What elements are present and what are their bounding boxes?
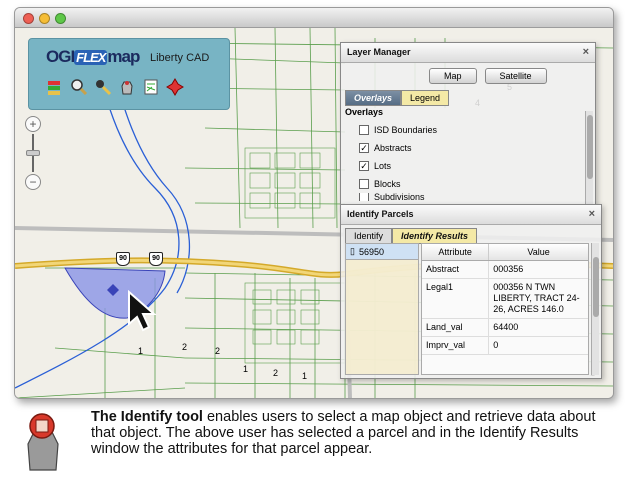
logo-flex: FLEX [74,50,108,65]
hand-icon[interactable] [118,77,136,97]
layer-manager-header[interactable]: Layer Manager × [341,43,595,63]
table-row: Legal1 000356 N TWN LIBERTY, TRACT 24-26… [422,279,588,319]
value-cell: 64400 [493,322,519,332]
attribute-cell: Legal1 [422,279,490,318]
column-header-value[interactable]: Value [489,244,588,260]
identify-title: Identify Parcels [347,209,414,219]
map-button[interactable]: Map [429,68,477,84]
logo-panel: OGI FLEX map Liberty CAD [28,38,230,110]
scroll-thumb[interactable] [593,257,599,317]
overlay-item-subdivisions[interactable]: Subdivisions [345,193,588,201]
scroll-thumb[interactable] [587,115,593,179]
attribute-cell: Abstract [422,261,490,278]
overlay-scrollbar[interactable] [585,111,593,206]
overlays-heading: Overlays [345,107,384,117]
zoom-slider-handle[interactable] [26,150,40,156]
table-row: Abstract 000356 [422,261,588,279]
parcel-label: 2 [273,368,279,378]
caption-bold: The Identify tool [91,409,203,425]
overlay-item-isd-boundaries[interactable]: ISD Boundaries [345,121,588,139]
navigate-icon[interactable] [166,77,184,97]
checkbox[interactable] [359,193,369,201]
value-cell: 000356 N TWN LIBERTY, TRACT 24-26, ACRES… [493,282,580,314]
overlay-item-lots[interactable]: ✓ Lots [345,157,588,175]
value-cell: 000356 [493,264,524,274]
identify-icon[interactable] [70,77,88,97]
document-icon: ▯ [350,246,355,256]
overlay-label: Lots [374,161,392,171]
parcel-id: 56950 [358,246,384,257]
overlay-list: Overlays ISD Boundaries ✓ Abstracts ✓ Lo… [345,107,588,201]
table-row: Land_val 64400 [422,319,588,337]
maximize-window-button[interactable] [55,13,66,24]
results-scrollbar[interactable] [591,243,599,375]
checkbox[interactable] [359,179,369,189]
layer-manager-title: Layer Manager [347,47,411,57]
identify-header[interactable]: Identify Parcels × [341,205,601,225]
close-icon[interactable]: × [589,208,595,220]
mouse-cursor-icon [128,290,157,332]
checkbox-checked[interactable]: ✓ [359,161,369,171]
parcel-label: 2 [215,346,221,356]
tab-identify-results[interactable]: Identify Results [392,228,478,244]
value-cell: 0 [493,340,499,350]
identify-tool-icon [27,413,59,471]
toolbar [46,77,184,97]
highway-shield: 90 [116,252,130,266]
logo-suffix: map [107,47,140,66]
attribute-cell: Land_val [422,319,490,336]
identify-tabs: Identify Identify Results [345,228,478,244]
close-icon[interactable]: × [583,46,589,58]
basemap-switcher: Map Satellite [429,68,547,84]
app-window: 90 90 1 2 1 2 1 2 3 4 5 1 OGIFLEXmap Lib… [14,7,614,399]
logo-prefix: OGI [46,47,75,66]
layers-icon[interactable] [46,77,64,97]
layer-manager-panel: Layer Manager × Map Satellite Overlays L… [340,42,596,210]
checkbox-checked[interactable]: ✓ [359,143,369,153]
highway-shield: 90 [149,252,163,266]
checkbox[interactable] [359,125,369,135]
title-bar [15,8,613,28]
table-row: Imprv_val 0 [422,337,588,355]
satellite-button[interactable]: Satellite [484,68,547,84]
minimize-window-button[interactable] [39,13,50,24]
parcel-label: 2 [182,342,188,352]
zoom-in-button[interactable]: + [25,116,41,132]
app-logo: OGI FLEX map [46,47,140,67]
measure-icon[interactable] [94,77,112,97]
overlay-label: ISD Boundaries [374,125,438,135]
tab-overlays[interactable]: Overlays [345,90,402,106]
layer-manager-tabs: Overlays Legend [345,90,450,106]
organization-name: Liberty CAD [150,52,210,64]
parcel-label: 1 [302,371,308,381]
tab-identify[interactable]: Identify [345,228,393,244]
list-item[interactable]: ▯ 56950 [346,244,418,260]
overlay-item-blocks[interactable]: Blocks [345,175,588,193]
parcel-label: 1 [138,346,144,356]
identify-parcels-panel: Identify Parcels × Identify Identify Res… [340,204,602,379]
overlay-label: Subdivisions [374,193,425,201]
attribute-cell: Imprv_val [422,337,490,354]
attribute-table: Attribute Value Abstract 000356 Legal1 0… [421,243,589,375]
table-header: Attribute Value [422,244,588,261]
map-canvas[interactable]: 90 90 1 2 1 2 1 2 3 4 5 1 OGIFLEXmap Lib… [15,28,613,398]
overlay-label: Abstracts [374,143,412,153]
close-window-button[interactable] [23,13,34,24]
result-list: ▯ 56950 [345,243,419,375]
overlay-label: Blocks [374,179,401,189]
zoom-out-button[interactable]: − [25,174,41,190]
zoom-control: + − [22,116,48,196]
overlay-item-abstracts[interactable]: ✓ Abstracts [345,139,588,157]
print-icon[interactable] [142,77,160,97]
caption: The Identify tool enables users to selec… [91,409,611,457]
tab-legend[interactable]: Legend [401,90,450,106]
parcel-label: 1 [243,364,249,374]
column-header-attribute[interactable]: Attribute [422,244,490,260]
